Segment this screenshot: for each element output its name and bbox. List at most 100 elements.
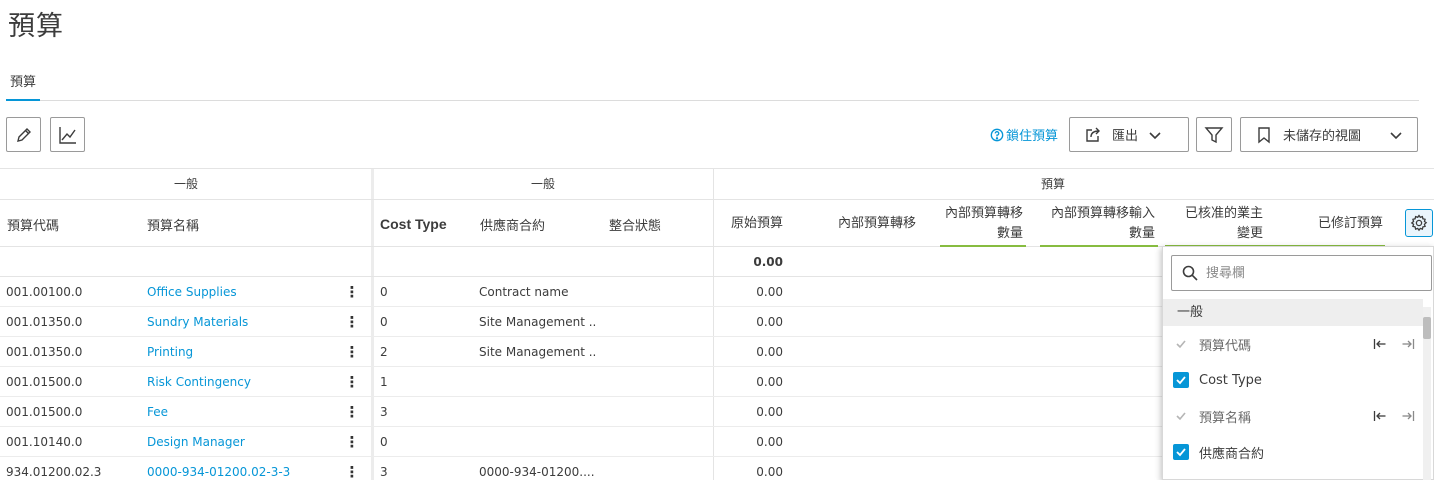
column-search-input[interactable] [1206,265,1406,281]
export-button[interactable]: 匯出 [1069,117,1189,152]
cell-cost-type: 3 [380,405,388,419]
cell-original: 0.00 [756,375,783,389]
cell-cost-type: 2 [380,345,388,359]
cell-code: 001.10140.0 [6,435,83,449]
filter-button[interactable] [1196,117,1232,152]
scrollbar-thumb[interactable] [1423,317,1431,339]
column-option-budget-code[interactable]: 預算代碼 [1163,326,1423,362]
header-line: 數量 [996,226,1023,241]
bookmark-icon [1258,126,1270,143]
row-menu-icon[interactable]: ⋮ [344,397,360,427]
header-internal-transfer-in-qty[interactable]: 內部預算轉移輸入 數量 [1030,200,1155,248]
checkbox-checked[interactable] [1173,444,1189,460]
header-cost-type[interactable]: Cost Type [380,200,447,248]
cell-cost-type: 0 [380,315,388,329]
cell-name-link[interactable]: Risk Contingency [147,367,251,397]
row-menu-icon[interactable]: ⋮ [344,367,360,397]
row-menu-icon[interactable]: ⋮ [344,277,360,307]
checkbox-disabled [1173,336,1189,352]
cell-code: 001.00100.0 [6,285,83,299]
column-option-label: 預算代碼 [1199,338,1252,354]
view-label: 未儲存的視圖 [1283,129,1362,144]
header-internal-transfer-qty[interactable]: 內部預算轉移 數量 [920,200,1023,248]
header-internal-transfer[interactable]: 內部預算轉移 [800,200,916,248]
header-line: 已核准的業主 [1184,206,1263,221]
line-chart-icon [58,126,76,144]
header-integration-status[interactable]: 整合狀態 [609,200,661,248]
checkbox-checked[interactable] [1173,372,1189,388]
column-group-general: 一般 [1163,299,1423,326]
header-line: 變更 [1236,226,1263,241]
column-option-cost-type[interactable]: Cost Type [1163,362,1423,398]
filter-icon [1204,126,1224,143]
check-icon [1176,448,1186,457]
row-menu-icon[interactable]: ⋮ [344,337,360,367]
chevron-down-icon [1390,131,1402,139]
checkbox-disabled [1173,408,1189,424]
page-title: 預算 [8,11,64,42]
chart-button[interactable] [50,117,85,152]
cell-name-link[interactable]: Printing [147,337,193,367]
pin-left-icon[interactable] [1373,337,1387,351]
check-icon [1176,340,1186,349]
cell-name-link[interactable]: Sundry Materials [147,307,248,337]
cell-contract: Contract name [479,285,569,299]
column-search-field[interactable] [1171,255,1432,291]
cell-contract [479,367,597,397]
cell-cost-type: 1 [380,375,388,389]
cell-contract [479,397,597,427]
header-line: 內部預算轉移輸入 [1050,206,1155,221]
pin-left-icon[interactable] [1373,409,1387,423]
header-approved-owner-changes[interactable]: 已核准的業主 變更 [1160,200,1263,248]
cell-cost-type: 0 [380,285,388,299]
help-circle-icon [990,128,1004,141]
pin-right-icon[interactable] [1401,337,1415,351]
cell-original: 0.00 [756,405,783,419]
share-icon [1086,127,1100,142]
panel-scrollbar[interactable] [1423,307,1431,480]
group-header-budget: 預算 [1040,177,1065,191]
column-option-budget-name[interactable]: 預算名稱 [1163,398,1423,434]
column-option-label: 供應商合約 [1199,446,1265,462]
header-revised-budget[interactable]: 已修訂預算 [1280,200,1383,248]
export-label: 匯出 [1112,129,1139,144]
row-menu-icon[interactable]: ⋮ [344,457,360,480]
row-menu-icon[interactable]: ⋮ [344,307,360,337]
column-header-row: 預算代碼 預算名稱 Cost Type 供應商合約 整合狀態 原始預算 內部預算… [0,199,1434,247]
column-option-label: 預算名稱 [1199,410,1252,426]
header-original-budget[interactable]: 原始預算 [700,200,783,248]
pin-controls [1373,337,1415,351]
cell-contract [479,427,597,457]
cell-contract: 0000-934-01200.... [479,465,595,479]
header-budget-name[interactable]: 預算名稱 [147,200,199,248]
header-vendor-contract[interactable]: 供應商合約 [480,200,545,248]
tab-budget[interactable]: 預算 [6,72,41,101]
cell-code: 934.01200.02.3 [6,465,102,479]
header-budget-code[interactable]: 預算代碼 [7,200,59,248]
gear-icon [1410,214,1428,232]
cell-original: 0.00 [756,465,783,479]
group-header-general-1: 一般 [173,177,198,191]
pin-right-icon[interactable] [1401,409,1415,423]
column-option-vendor-contract[interactable]: 供應商合約 [1163,434,1423,470]
lock-budget-label: 鎖住預算 [1006,129,1059,144]
cell-name-link[interactable]: Fee [147,397,168,427]
cell-contract: Site Management ... [479,345,597,359]
cell-cost-type: 3 [380,465,388,479]
cell-original: 0.00 [756,435,783,449]
cell-code: 001.01350.0 [6,315,83,329]
cell-name-link[interactable]: Design Manager [147,427,245,457]
cell-name-link[interactable]: Office Supplies [147,277,237,307]
tab-bar: 預算 [6,72,1419,101]
cell-contract: Site Management ... [479,315,597,329]
search-icon [1182,265,1198,281]
row-menu-icon[interactable]: ⋮ [344,427,360,457]
chevron-down-icon [1149,131,1161,139]
column-settings-button[interactable] [1405,209,1433,237]
lock-budget-link[interactable]: 鎖住預算 [990,125,1058,144]
saved-view-dropdown[interactable]: 未儲存的視圖 [1240,117,1418,152]
edit-button[interactable] [6,117,41,152]
cell-cost-type: 0 [380,435,388,449]
cell-original: 0.00 [756,315,783,329]
cell-name-link[interactable]: 0000-934-01200.02-3-3 [147,457,290,480]
